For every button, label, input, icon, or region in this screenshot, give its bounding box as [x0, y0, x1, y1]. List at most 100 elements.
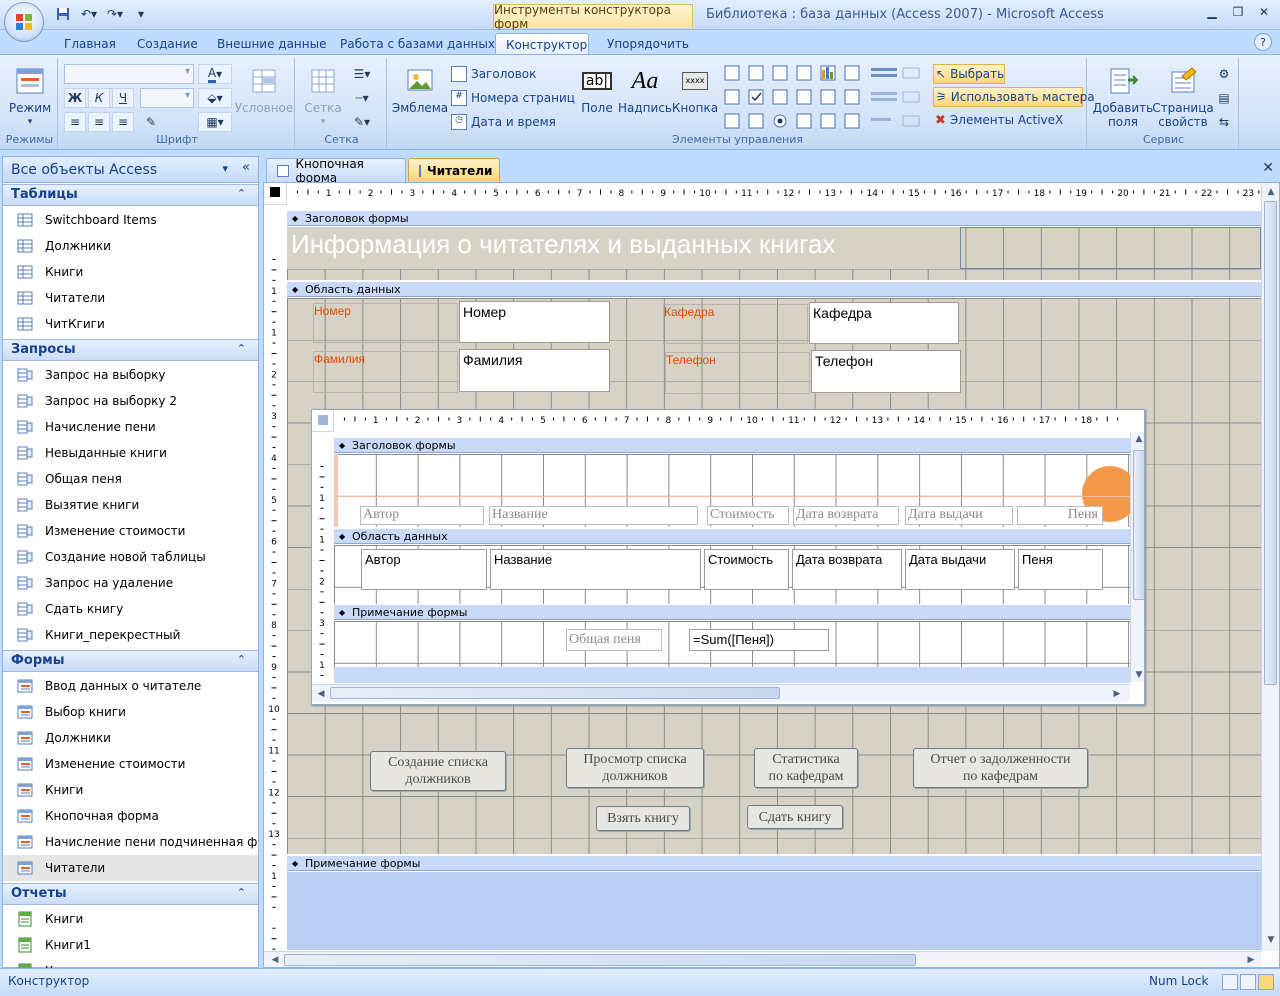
view-mode-button[interactable]: Режим ▾	[8, 64, 52, 129]
sub-header-label-data-vydachi[interactable]: Дата выдачи	[905, 506, 1013, 525]
subform-hscroll-thumb[interactable]	[330, 687, 780, 699]
designer-horizontal-scrollbar[interactable]: ◀ ▶	[264, 951, 1261, 967]
design-view-icon[interactable]	[1258, 974, 1274, 990]
form-title-label[interactable]: Информация о читателях и выданных книгах	[287, 227, 960, 269]
sub-header-label-penya[interactable]: Пеня	[1017, 506, 1103, 525]
nav-section-header[interactable]: Отчеты ⌃	[3, 883, 258, 905]
nav-section-header[interactable]: Запросы ⌃	[3, 339, 258, 361]
nav-item[interactable]: Создание новой таблицы	[3, 544, 258, 570]
sub-header-label-nazvanie[interactable]: Название	[489, 506, 698, 525]
nav-item[interactable]: Выбор книги	[3, 699, 258, 725]
subform-detail-bar[interactable]: Область данных	[334, 528, 1130, 544]
button-button[interactable]: xxxx Кнопка	[672, 64, 718, 115]
date-time-button[interactable]: ◷ Дата и время	[451, 112, 556, 132]
label-kafedra[interactable]: Кафедра	[663, 304, 808, 344]
label-familiya[interactable]: Фамилия	[313, 351, 458, 393]
nav-item[interactable]: Читатели	[3, 855, 258, 881]
doc-tab-readers[interactable]: Читатели	[408, 158, 500, 182]
nav-item[interactable]: Начисление пени подчиненная фо...	[3, 829, 258, 855]
detail-bar[interactable]: Область данных	[287, 281, 1261, 297]
return-book-button[interactable]: Сдать книгу	[747, 805, 843, 829]
property-sheet-button[interactable]: Страница свойств	[1152, 64, 1214, 129]
align-left-icon[interactable]: ≡	[64, 112, 86, 132]
nav-item[interactable]: Книги	[3, 906, 258, 932]
designer-vscroll-thumb[interactable]	[1264, 201, 1277, 685]
field-nomer[interactable]: Номер	[459, 301, 610, 343]
label-telefon[interactable]: Телефон	[665, 352, 810, 394]
form-footer-bar[interactable]: Примечание формы	[287, 855, 1261, 871]
subform-header-bar[interactable]: Заголовок формы	[334, 437, 1130, 453]
gridlines-button[interactable]: Сетка ▾	[301, 64, 345, 129]
debt-report-button[interactable]: Отчет о задолженности по кафедрам	[913, 748, 1088, 788]
subform-vertical-scrollbar[interactable]: ▲ ▼	[1130, 432, 1144, 682]
sub-header-label-stoimost[interactable]: Стоимость	[707, 506, 789, 525]
macro-icon[interactable]: ▤	[1213, 88, 1235, 108]
view-debtors-button[interactable]: Просмотр списка должников	[566, 748, 704, 788]
close-icon[interactable]: ✕	[1252, 2, 1276, 22]
scroll-right-icon[interactable]: ▶	[1244, 953, 1258, 967]
label-nomer[interactable]: Номер	[313, 303, 458, 343]
nav-section-header[interactable]: Формы ⌃	[3, 650, 258, 672]
maximize-icon[interactable]: ❐	[1226, 2, 1250, 22]
nav-item[interactable]: Книги1	[3, 932, 258, 958]
tab-external-data[interactable]: Внешние данные	[207, 33, 336, 55]
form-selector[interactable]	[264, 183, 287, 205]
designer-vertical-scrollbar[interactable]: ▲ ▼	[1261, 183, 1279, 951]
field-telefon[interactable]: Телефон	[811, 350, 961, 393]
sub-field-data-vozvrata[interactable]: Дата возврата	[792, 549, 902, 590]
nav-item[interactable]: Невыданные книги	[3, 440, 258, 466]
tab-create[interactable]: Создание	[127, 33, 208, 55]
line-thickness-icon[interactable]: ☰▾	[347, 64, 377, 84]
create-debtors-button[interactable]: Создание списка должников	[370, 751, 506, 791]
scroll-left-icon[interactable]: ◀	[314, 687, 328, 701]
save-icon[interactable]	[52, 5, 74, 23]
collapse-pane-icon[interactable]: «	[242, 160, 250, 175]
select-button[interactable]: ↖ Выбрать	[933, 64, 1005, 84]
layout-view-icon[interactable]	[1240, 974, 1256, 990]
nav-item[interactable]: Изменение стоимости	[3, 751, 258, 777]
use-wizards-button[interactable]: ⚞ Использовать мастера	[933, 87, 1095, 107]
add-fields-button[interactable]: Добавить поля	[1093, 64, 1153, 129]
subform-control[interactable]: 123456789101112131415161718 11231 Заголо…	[311, 409, 1145, 705]
tab-design[interactable]: Конструктор	[495, 33, 589, 55]
nav-item[interactable]: Ввод данных о читателе	[3, 673, 258, 699]
close-document-icon[interactable]: ✕	[1262, 160, 1274, 176]
doc-tab-switchboard[interactable]: Кнопочная форма	[266, 157, 406, 185]
sub-field-data-vydachi[interactable]: Дата выдачи	[905, 549, 1015, 590]
code-icon[interactable]: ⚙	[1213, 64, 1235, 84]
line-color-icon[interactable]: ✎▾	[347, 112, 377, 132]
sub-total-field[interactable]: =Sum([Пеня])	[689, 629, 829, 651]
scroll-right-icon[interactable]: ▶	[1110, 687, 1124, 701]
nav-item[interactable]: Общая пеня	[3, 466, 258, 492]
nav-item[interactable]: Вызятие книги	[3, 492, 258, 518]
nav-item[interactable]: Сдать книгу	[3, 596, 258, 622]
gridlines-color-icon[interactable]: ▦▾	[198, 112, 232, 132]
designer-hscroll-thumb[interactable]	[284, 954, 916, 966]
nav-item[interactable]: Начисление пени	[3, 414, 258, 440]
nav-item[interactable]: Запрос на удаление	[3, 570, 258, 596]
form-header-bar[interactable]: Заголовок формы	[287, 210, 1261, 226]
sub-header-label-avtor[interactable]: Автор	[360, 506, 484, 525]
font-size-combo[interactable]	[140, 88, 194, 108]
undo-icon[interactable]: ↶▾	[78, 5, 100, 23]
scroll-left-icon[interactable]: ◀	[268, 953, 282, 967]
page-numbers-button[interactable]: # Номера страниц	[451, 88, 575, 108]
conditional-format-button[interactable]: Условное	[235, 64, 293, 115]
collapse-section-icon[interactable]: ⌃	[237, 653, 246, 666]
nav-item[interactable]: Должники	[3, 233, 258, 259]
collapse-section-icon[interactable]: ⌃	[237, 886, 246, 899]
scroll-down-icon[interactable]: ▼	[1132, 668, 1144, 682]
tab-home[interactable]: Главная	[54, 33, 126, 55]
nav-item[interactable]: Книги	[3, 777, 258, 803]
sub-header-label-data-vozvrata[interactable]: Дата возврата	[793, 506, 899, 525]
subform-selector[interactable]	[312, 410, 334, 432]
convert-macros-icon[interactable]: ⇆	[1213, 112, 1235, 132]
sub-field-stoimost[interactable]: Стоимость	[704, 549, 789, 590]
font-color-icon[interactable]: A ▾	[198, 64, 232, 84]
field-kafedra[interactable]: Кафедра	[809, 302, 959, 344]
field-button[interactable]: ab| Поле	[575, 64, 619, 115]
nav-item[interactable]: Изменение стоимости	[3, 518, 258, 544]
scroll-up-icon[interactable]: ▲	[1264, 185, 1278, 199]
nav-item[interactable]: Кнопочная форма	[3, 803, 258, 829]
fill-color-icon[interactable]: ⬙▾	[198, 88, 232, 108]
